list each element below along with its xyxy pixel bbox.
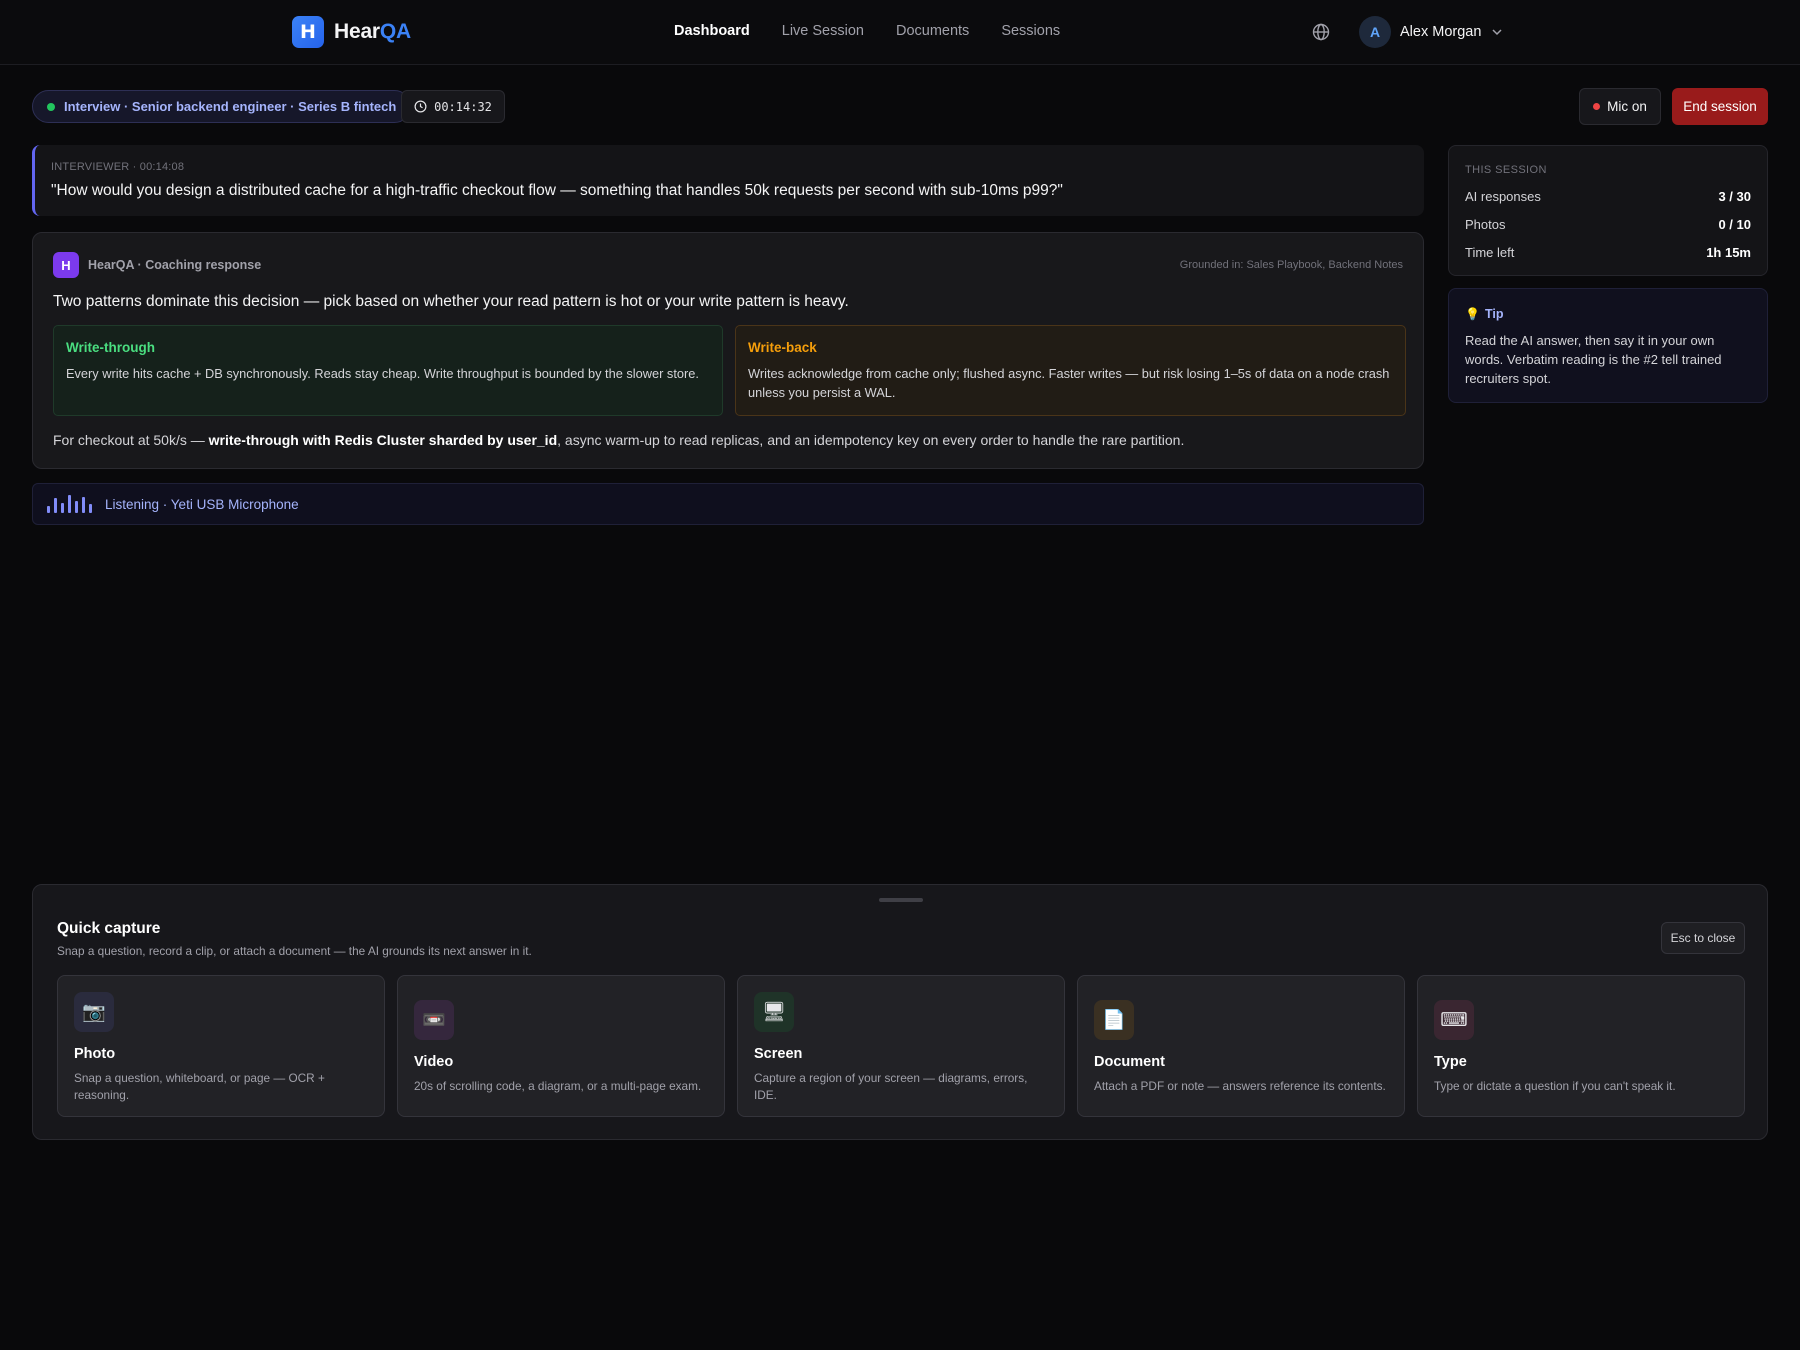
- capture-card-screen[interactable]: 🖥 Screen Capture a region of your screen…: [737, 975, 1065, 1117]
- option-body: Every write hits cache + DB synchronousl…: [66, 366, 699, 381]
- tip-panel: 💡 Tip Read the AI answer, then say it in…: [1448, 288, 1768, 403]
- stat-label: AI responses: [1465, 189, 1541, 204]
- screen-icon: 🖥: [754, 992, 794, 1032]
- chevron-down-icon: [1492, 29, 1502, 36]
- keyboard-icon: ⌨: [1434, 1000, 1474, 1040]
- mic-status-dot: [1593, 103, 1601, 110]
- question-text: "How would you design a distributed cach…: [51, 182, 1063, 199]
- drawer-drag-handle[interactable]: [879, 898, 923, 902]
- nav-item-sessions[interactable]: Sessions: [1001, 23, 1060, 39]
- stat-row: Time left 1h 15m: [1465, 245, 1751, 260]
- main-nav: Dashboard Live Session Documents Session…: [674, 23, 1092, 39]
- capture-card-title: Video: [414, 1054, 454, 1070]
- timer-value: 00:14:32: [434, 99, 492, 114]
- logo-mark-icon: H: [292, 16, 324, 48]
- capture-card-description: 20s of scrolling code, a diagram, or a m…: [414, 1079, 702, 1093]
- clock-icon: [414, 100, 427, 113]
- app-name: HearQA: [334, 20, 411, 44]
- option-title: Write-back: [748, 340, 817, 355]
- app-logo[interactable]: H HearQA: [292, 16, 411, 48]
- capture-card-description: Capture a region of your screen — diagra…: [754, 1071, 1028, 1102]
- stat-label: Photos: [1465, 217, 1506, 232]
- nav-item-dashboard[interactable]: Dashboard: [674, 23, 750, 39]
- user-name: Alex Morgan: [1400, 24, 1482, 40]
- session-stats-panel: THIS SESSION AI responses 3 / 30 Photos …: [1448, 145, 1768, 276]
- listening-text: Listening · Yeti USB Microphone: [105, 496, 299, 512]
- coaching-title: HearQA · Coaching response: [88, 258, 262, 272]
- app-name-part1: Hear: [334, 20, 380, 43]
- mic-label: Mic on: [1607, 99, 1647, 114]
- video-icon: 📼: [414, 1000, 454, 1040]
- capture-card-photo[interactable]: 📷 Photo Snap a question, whiteboard, or …: [57, 975, 385, 1117]
- option-write-back: Write-back Writes acknowledge from cache…: [735, 325, 1406, 416]
- session-timer: 00:14:32: [401, 90, 505, 123]
- coaching-lead: Two patterns dominate this decision — pi…: [53, 293, 849, 310]
- user-menu[interactable]: A Alex Morgan: [1359, 16, 1503, 48]
- end-session-button[interactable]: End session: [1672, 88, 1768, 125]
- coaching-recommendation: For checkout at 50k/s — write-through wi…: [53, 432, 1184, 448]
- recommendation-suffix: , async warm-up to read replicas, and an…: [557, 432, 1185, 448]
- nav-item-documents[interactable]: Documents: [896, 23, 969, 39]
- tip-body: Read the AI answer, then say it in your …: [1465, 333, 1722, 386]
- capture-card-description: Snap a question, whiteboard, or page — O…: [74, 1071, 325, 1102]
- capture-card-video[interactable]: 📼 Video 20s of scrolling code, a diagram…: [397, 975, 725, 1117]
- tip-title: Tip: [1484, 307, 1504, 321]
- app-name-part2: QA: [379, 20, 412, 43]
- tip-title-row: 💡 Tip: [1465, 307, 1751, 321]
- option-body: Writes acknowledge from cache only; flus…: [748, 366, 1390, 400]
- interviewer-question-card: INTERVIEWER · 00:14:08 "How would you de…: [32, 145, 1424, 216]
- document-icon: 📄: [1094, 1000, 1134, 1040]
- hearqa-assistant-icon: H: [53, 252, 79, 278]
- stat-row: AI responses 3 / 30: [1465, 189, 1751, 204]
- stat-value: 0 / 10: [1718, 217, 1751, 232]
- audio-level-icon: [47, 495, 96, 513]
- quick-capture-drawer: Quick capture Snap a question, record a …: [32, 884, 1768, 1140]
- live-status-dot: [47, 102, 55, 111]
- capture-card-title: Photo: [74, 1046, 116, 1062]
- recommendation-highlight: write-through with Redis Cluster sharded…: [208, 432, 558, 448]
- option-write-through: Write-through Every write hits cache + D…: [53, 325, 723, 416]
- quick-capture-subtitle: Snap a question, record a clip, or attac…: [57, 944, 532, 958]
- camera-icon: 📷: [74, 992, 114, 1032]
- question-meta: INTERVIEWER · 00:14:08: [51, 161, 185, 173]
- listening-status-bar: Listening · Yeti USB Microphone: [32, 483, 1424, 525]
- top-nav-bar: H HearQA Dashboard Live Session Document…: [0, 0, 1800, 65]
- nav-item-live-session[interactable]: Live Session: [782, 23, 864, 39]
- capture-card-document[interactable]: 📄 Document Attach a PDF or note — answer…: [1077, 975, 1405, 1117]
- stat-value: 1h 15m: [1706, 245, 1751, 260]
- avatar: A: [1359, 16, 1391, 48]
- stat-row: Photos 0 / 10: [1465, 217, 1751, 232]
- globe-icon[interactable]: [1311, 22, 1331, 42]
- capture-card-title: Screen: [754, 1046, 803, 1062]
- capture-card-description: Type or dictate a question if you can't …: [1434, 1079, 1676, 1093]
- quick-capture-title: Quick capture: [57, 920, 161, 937]
- stats-title: THIS SESSION: [1465, 164, 1547, 176]
- mic-toggle-button[interactable]: Mic on: [1579, 88, 1661, 125]
- grounding-sources: Grounded in: Sales Playbook, Backend Not…: [1179, 259, 1403, 271]
- capture-card-title: Type: [1434, 1054, 1467, 1070]
- coaching-response-card: H HearQA · Coaching response Grounded in…: [32, 232, 1424, 469]
- lightbulb-icon: 💡: [1465, 307, 1480, 321]
- capture-card-title: Document: [1094, 1054, 1165, 1070]
- capture-card-type[interactable]: ⌨ Type Type or dictate a question if you…: [1417, 975, 1745, 1117]
- close-drawer-button[interactable]: Esc to close: [1661, 922, 1745, 954]
- session-label: Interview · Senior backend engineer · Se…: [64, 99, 397, 114]
- capture-card-description: Attach a PDF or note — answers reference…: [1094, 1079, 1386, 1093]
- stat-label: Time left: [1465, 245, 1515, 260]
- recommendation-prefix: For checkout at 50k/s —: [53, 432, 209, 448]
- coaching-header: H HearQA · Coaching response: [53, 252, 261, 278]
- stat-value: 3 / 30: [1718, 189, 1751, 204]
- capture-options: 📷 Photo Snap a question, whiteboard, or …: [57, 975, 1745, 1117]
- session-context-badge: Interview · Senior backend engineer · Se…: [32, 90, 412, 123]
- option-title: Write-through: [66, 340, 155, 355]
